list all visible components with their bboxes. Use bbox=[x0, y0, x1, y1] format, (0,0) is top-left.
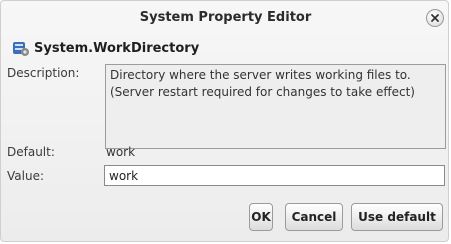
description-text: Directory where the server writes workin… bbox=[105, 64, 446, 149]
value-input[interactable] bbox=[104, 165, 445, 186]
property-editor-dialog: System Property Editor System.WorkDirect… bbox=[0, 0, 449, 242]
default-label: Default: bbox=[7, 145, 55, 159]
ok-button[interactable]: OK bbox=[249, 203, 273, 231]
property-header: System.WorkDirectory bbox=[12, 38, 199, 58]
use-default-button[interactable]: Use default bbox=[351, 203, 443, 231]
cancel-button[interactable]: Cancel bbox=[285, 203, 343, 231]
dialog-title: System Property Editor bbox=[139, 10, 312, 25]
close-icon[interactable] bbox=[426, 9, 444, 27]
value-label: Value: bbox=[7, 169, 44, 183]
description-label: Description: bbox=[7, 66, 80, 80]
property-name: System.WorkDirectory bbox=[34, 40, 200, 56]
title-bar: System Property Editor bbox=[1, 1, 450, 35]
property-icon bbox=[13, 42, 29, 56]
default-value: work bbox=[106, 145, 136, 159]
